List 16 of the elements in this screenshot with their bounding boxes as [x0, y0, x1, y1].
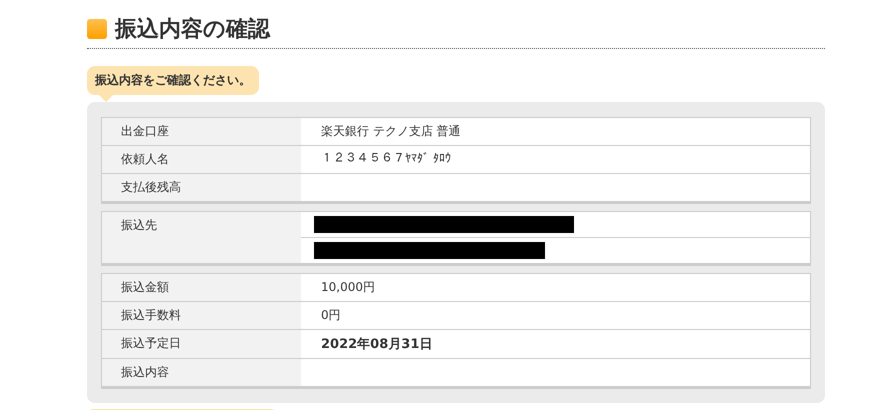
row-value: 楽天銀行 テクノ支店 普通	[320, 123, 462, 140]
row-value: 0円	[320, 307, 342, 324]
heading-square-icon	[87, 19, 107, 39]
row-value: 10,000円	[320, 279, 376, 296]
row-value: 2022年08月31日	[320, 336, 434, 354]
row-label: 振込先	[102, 212, 301, 263]
row-value: １２３４５６７ﾔﾏﾀﾞ ﾀﾛｳ	[320, 150, 452, 167]
row-label: 振込手数料	[102, 302, 301, 329]
row-label: 依頼人名	[102, 146, 301, 173]
notice-bubble: 振込内容をご確認ください。	[87, 66, 259, 95]
row-label: 振込内容	[102, 359, 301, 386]
row-label: 出金口座	[102, 118, 301, 145]
row-label: 振込金額	[102, 274, 301, 301]
row-label: 振込予定日	[102, 330, 301, 358]
row-label: 支払後残高	[102, 174, 301, 201]
page-title: 振込内容の確認	[115, 16, 270, 44]
